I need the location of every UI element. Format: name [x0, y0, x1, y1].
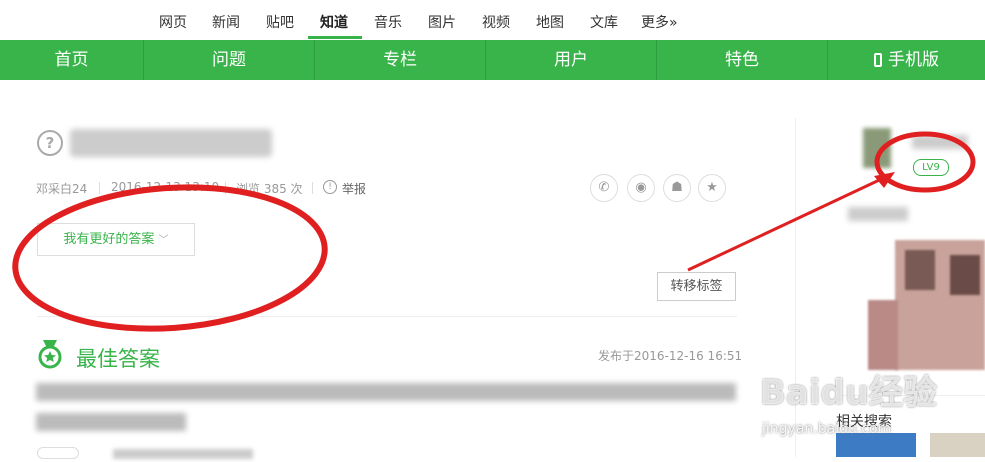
chevron-down-icon: ﹀ [158, 235, 169, 246]
top-nav-item-more[interactable]: 更多» [641, 12, 678, 32]
username-blurred[interactable] [912, 135, 968, 149]
answer-text-blurred [36, 413, 186, 431]
section-divider [37, 316, 737, 317]
mobile-label: 手机版 [888, 50, 939, 70]
weibo-share-icon[interactable]: ◉ [627, 174, 655, 202]
report-link[interactable]: 举报 [342, 180, 366, 197]
meta-divider [312, 182, 313, 194]
main-nav-item-questions[interactable]: 问题 [144, 40, 314, 80]
active-tab-underline [308, 36, 362, 39]
favorite-star-icon[interactable]: ★ [698, 174, 726, 202]
wechat-share-icon[interactable]: ✆ [590, 174, 618, 202]
sidebar-image [868, 300, 898, 370]
top-nav-item-video[interactable]: 视频 [482, 12, 510, 32]
answer-footer-blurred [37, 447, 253, 462]
main-nav-item-users[interactable]: 用户 [486, 40, 656, 80]
watermark-url: jingyan.baidu.com [762, 421, 892, 437]
best-answer-title: 最佳答案 [76, 347, 160, 371]
top-nav-item-music[interactable]: 音乐 [374, 12, 402, 32]
top-nav-item-tieba[interactable]: 贴吧 [266, 12, 294, 32]
report-icon[interactable]: ! [323, 180, 337, 194]
avatar[interactable] [863, 128, 891, 168]
baidu-jingyan-logo: Baidu经验 [760, 373, 938, 413]
question-views: 浏览 385 次 [236, 182, 303, 196]
phone-icon [874, 53, 882, 67]
user-info-blurred [848, 207, 908, 221]
main-nav-item-home[interactable]: 首页 [0, 40, 143, 80]
sidebar-image [905, 250, 935, 290]
question-author[interactable]: 邓采白24 [36, 180, 87, 197]
main-nav-item-columns[interactable]: 专栏 [315, 40, 485, 80]
transfer-tag-button[interactable]: 转移标签 [657, 272, 736, 301]
medal-icon [38, 340, 62, 369]
question-icon: ? [37, 130, 63, 156]
annotation-arrow-head [874, 172, 895, 188]
level-badge: LV9 [913, 159, 949, 176]
related-thumb[interactable] [930, 433, 985, 457]
better-answer-label: 我有更好的答案 [63, 232, 155, 247]
meta-divider [99, 182, 100, 194]
question-title-blurred [70, 129, 272, 157]
top-nav-item-zhidao[interactable]: 知道 [320, 12, 348, 32]
qq-share-icon[interactable]: ☗ [663, 174, 691, 202]
main-nav-item-mobile[interactable]: 手机版 [828, 40, 985, 80]
top-nav: 网页 新闻 贴吧 知道 音乐 图片 视频 地图 文库 更多» [0, 0, 985, 40]
meta-divider [225, 182, 226, 194]
top-nav-item-news[interactable]: 新闻 [212, 12, 240, 32]
top-nav-item-wenku[interactable]: 文库 [590, 12, 618, 32]
main-nav: 首页 问题 专栏 用户 特色 手机版 [0, 40, 985, 80]
sidebar-image [950, 255, 980, 295]
best-answer-published: 发布于2016-12-16 16:51 [598, 349, 743, 363]
better-answer-button[interactable]: 我有更好的答案 ﹀ [37, 223, 195, 256]
top-nav-item-map[interactable]: 地图 [536, 12, 564, 32]
answer-text-blurred [36, 383, 736, 401]
top-nav-item-web[interactable]: 网页 [159, 12, 187, 32]
question-date: 2016-12-13 13:10 [111, 180, 220, 194]
annotation-ellipse-left [12, 184, 328, 332]
top-nav-item-images[interactable]: 图片 [428, 12, 456, 32]
main-nav-item-features[interactable]: 特色 [657, 40, 827, 80]
